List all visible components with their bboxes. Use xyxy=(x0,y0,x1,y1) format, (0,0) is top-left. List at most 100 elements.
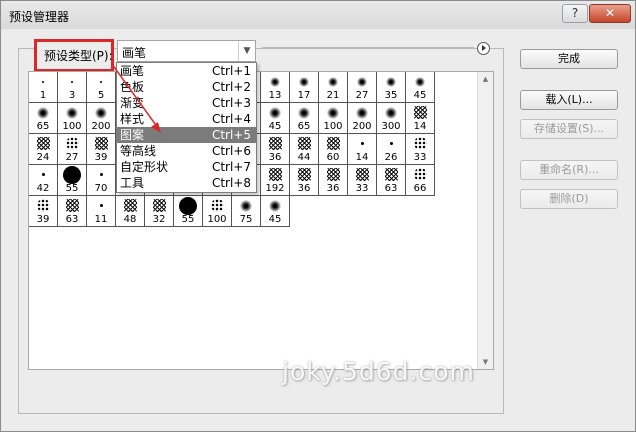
brush-tip-icon xyxy=(357,77,367,87)
brush-preset-cell[interactable]: 35 xyxy=(377,72,406,103)
help-button[interactable]: ? xyxy=(562,4,588,23)
brush-preset-cell[interactable]: 27 xyxy=(58,134,87,165)
brush-size-label: 44 xyxy=(297,152,311,163)
dropdown-item-label: 图案 xyxy=(120,128,145,142)
brush-preset-cell[interactable]: 14 xyxy=(348,134,377,165)
brush-preset-cell[interactable]: 45 xyxy=(261,103,290,134)
brush-preset-cell[interactable]: 60 xyxy=(319,134,348,165)
brush-size-label: 100 xyxy=(207,214,227,225)
brush-preset-cell[interactable]: 21 xyxy=(319,72,348,103)
brush-preset-cell[interactable]: 65 xyxy=(290,103,319,134)
brush-preset-cell[interactable]: 36 xyxy=(290,165,319,196)
scroll-down-icon[interactable]: ▼ xyxy=(478,355,493,369)
brush-preset-cell[interactable]: 65 xyxy=(29,103,58,134)
brush-size-label: 35 xyxy=(384,90,398,101)
brush-preset-cell[interactable]: 39 xyxy=(29,196,58,227)
brush-preset-cell[interactable]: 33 xyxy=(406,134,435,165)
brush-size-label: 32 xyxy=(152,214,166,225)
dropdown-item-label: 等高线 xyxy=(120,144,157,158)
dropdown-item[interactable]: 等高线 Ctrl+6 xyxy=(117,143,256,159)
brush-tip-icon xyxy=(37,137,50,150)
brush-preset-cell[interactable]: 33 xyxy=(348,165,377,196)
brush-size-label: 192 xyxy=(265,183,285,194)
brush-preset-cell[interactable]: 13 xyxy=(261,72,290,103)
brush-tip-icon xyxy=(269,107,281,119)
brush-size-label: 48 xyxy=(123,214,137,225)
dropdown-item[interactable]: 画笔 Ctrl+1 xyxy=(117,63,256,79)
brush-preset-cell[interactable]: 63 xyxy=(58,196,87,227)
dropdown-item[interactable]: 渐变 Ctrl+3 xyxy=(117,95,256,111)
brush-size-label: 45 xyxy=(268,121,282,132)
brush-preset-cell[interactable]: 17 xyxy=(290,72,319,103)
brush-tip-icon xyxy=(42,81,44,83)
brush-preset-cell[interactable]: 45 xyxy=(261,196,290,227)
brush-tip-icon xyxy=(100,173,103,176)
preset-list[interactable]: 1359131721273545651002001745651002003001… xyxy=(28,71,494,370)
brush-size-label: 33 xyxy=(355,183,369,194)
load-button[interactable]: 载入(L)... xyxy=(520,90,618,110)
brush-preset-cell[interactable]: 200 xyxy=(87,103,116,134)
brush-preset-cell[interactable]: 3 xyxy=(58,72,87,103)
delete-button[interactable]: 删除(D) xyxy=(520,189,618,209)
title-bar: 预设管理器 ? ✕ xyxy=(1,1,635,29)
brush-preset-cell[interactable]: 75 xyxy=(232,196,261,227)
brush-preset-cell[interactable]: 100 xyxy=(58,103,87,134)
brush-tip-icon xyxy=(298,137,311,150)
brush-preset-cell[interactable]: 1 xyxy=(29,72,58,103)
brush-size-label: 24 xyxy=(36,152,50,163)
brush-preset-cell[interactable]: 36 xyxy=(319,165,348,196)
brush-preset-cell[interactable]: 42 xyxy=(29,165,58,196)
brush-tip-icon xyxy=(42,173,45,176)
brush-preset-cell[interactable]: 26 xyxy=(377,134,406,165)
save-settings-button[interactable]: 存储设置(S)... xyxy=(520,119,618,139)
scrollbar[interactable]: ▲ ▼ xyxy=(477,72,493,369)
done-button[interactable]: 完成 xyxy=(520,49,618,69)
brush-preset-cell[interactable]: 55 xyxy=(58,165,87,196)
brush-preset-cell[interactable]: 45 xyxy=(406,72,435,103)
rename-button[interactable]: 重命名(R)... xyxy=(520,160,618,180)
brush-preset-cell[interactable]: 11 xyxy=(87,196,116,227)
brush-preset-cell[interactable]: 63 xyxy=(377,165,406,196)
brush-tip-icon xyxy=(385,107,397,119)
panel-menu-icon[interactable] xyxy=(477,42,490,55)
dropdown-item[interactable]: 工具 Ctrl+8 xyxy=(117,175,256,191)
brush-preset-cell[interactable]: 200 xyxy=(348,103,377,134)
brush-preset-cell[interactable]: 55 xyxy=(174,196,203,227)
brush-preset-cell[interactable]: 27 xyxy=(348,72,377,103)
dropdown-item-label: 自定形状 xyxy=(120,160,169,174)
brush-preset-cell[interactable]: 100 xyxy=(319,103,348,134)
brush-preset-cell[interactable]: 192 xyxy=(261,165,290,196)
brush-tip-icon xyxy=(385,168,398,181)
brush-size-label: 63 xyxy=(65,214,79,225)
brush-tip-icon xyxy=(100,204,103,207)
brush-preset-cell[interactable]: 300 xyxy=(377,103,406,134)
chevron-down-icon[interactable]: ▼ xyxy=(238,41,255,61)
brush-preset-cell[interactable]: 24 xyxy=(29,134,58,165)
dropdown-item-shortcut: Ctrl+8 xyxy=(211,176,251,190)
brush-preset-cell[interactable]: 5 xyxy=(87,72,116,103)
dropdown-item[interactable]: 自定形状 Ctrl+7 xyxy=(117,159,256,175)
close-button[interactable]: ✕ xyxy=(589,4,631,23)
brush-size-label: 21 xyxy=(326,90,340,101)
brush-tip-icon xyxy=(414,168,427,181)
dropdown-item[interactable]: 样式 Ctrl+4 xyxy=(117,111,256,127)
brush-preset-cell[interactable]: 36 xyxy=(261,134,290,165)
brush-preset-cell[interactable]: 70 xyxy=(87,165,116,196)
preset-type-dropdown: 画笔 Ctrl+1 色板 Ctrl+2 渐变 Ctrl+3 样式 Ctrl+4 图案 Ctrl+5… xyxy=(116,62,257,193)
brush-preset-cell[interactable]: 39 xyxy=(87,134,116,165)
brush-size-label: 14 xyxy=(413,121,427,132)
brush-preset-cell[interactable]: 14 xyxy=(406,103,435,134)
brush-preset-cell[interactable]: 32 xyxy=(145,196,174,227)
scroll-up-icon[interactable]: ▲ xyxy=(478,72,493,86)
brush-preset-cell[interactable]: 44 xyxy=(290,134,319,165)
brush-preset-cell[interactable]: 48 xyxy=(116,196,145,227)
dropdown-item[interactable]: 色板 Ctrl+2 xyxy=(117,79,256,95)
brush-size-label: 36 xyxy=(268,152,282,163)
brush-tip-icon xyxy=(95,107,107,119)
preset-type-select[interactable]: 画笔 ▼ xyxy=(117,40,256,62)
brush-preset-cell[interactable]: 66 xyxy=(406,165,435,196)
brush-tip-icon xyxy=(269,168,282,181)
brush-preset-cell[interactable]: 100 xyxy=(203,196,232,227)
dropdown-item[interactable]: 图案 Ctrl+5 xyxy=(117,127,256,143)
brush-tip-icon xyxy=(71,81,73,83)
